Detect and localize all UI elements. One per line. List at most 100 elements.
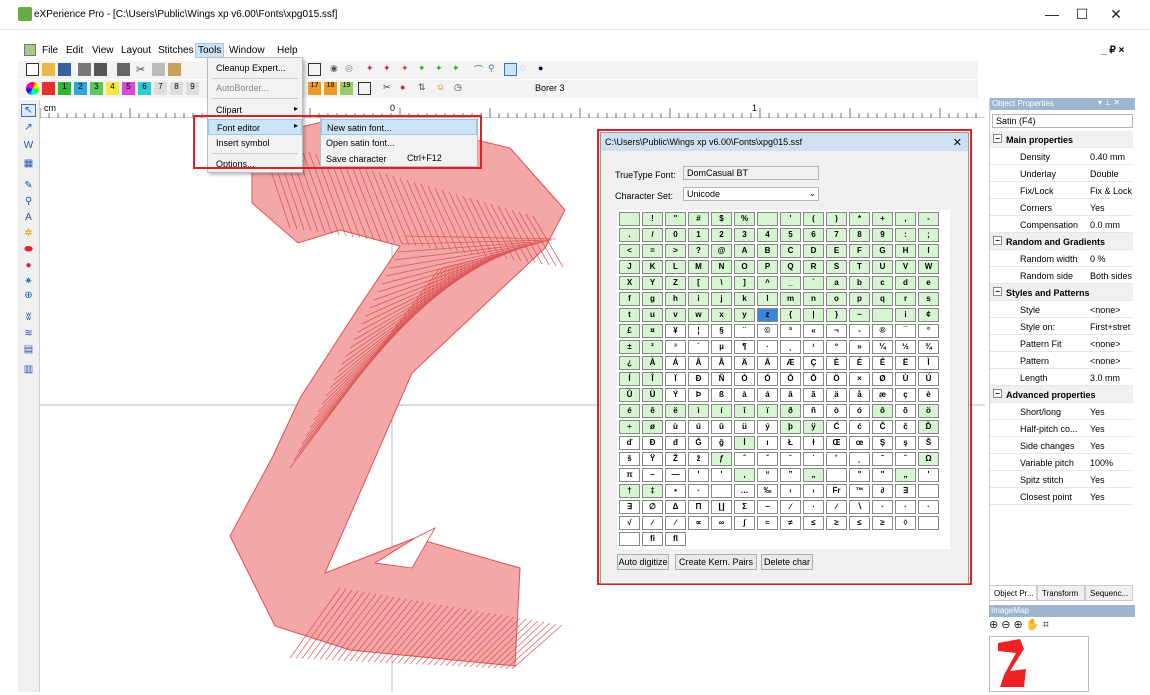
property-row[interactable]: Short/long Yes	[990, 403, 1133, 420]
property-value[interactable]: Double	[1090, 169, 1134, 179]
char-cell[interactable]: "	[872, 468, 893, 482]
char-cell[interactable]: ≤	[803, 516, 824, 530]
fill-tool-icon[interactable]: ▦	[21, 158, 36, 171]
blob-tool-icon[interactable]: ●	[21, 260, 36, 273]
char-cell[interactable]: ·	[688, 484, 709, 498]
char-cell[interactable]: ›	[803, 484, 824, 498]
char-cell[interactable]: ‰	[757, 484, 778, 498]
property-row[interactable]: Half-pitch co... Yes	[990, 420, 1133, 437]
char-cell[interactable]: ú	[688, 420, 709, 434]
char-cell[interactable]: „	[895, 468, 916, 482]
char-cell[interactable]: b	[849, 276, 870, 290]
char-cell[interactable]: t	[619, 308, 640, 322]
char-cell[interactable]: B	[757, 244, 778, 258]
char-cell[interactable]: Ł	[780, 436, 801, 450]
char-cell[interactable]: Å	[757, 356, 778, 370]
char-cell[interactable]: 9	[872, 228, 893, 242]
char-cell[interactable]: Ć	[826, 420, 847, 434]
char-cell[interactable]: "	[849, 468, 870, 482]
char-cell[interactable]: ≤	[849, 516, 870, 530]
char-cell[interactable]: ð	[780, 404, 801, 418]
menu-help[interactable]: Help	[277, 45, 298, 56]
char-cell[interactable]: `	[803, 276, 824, 290]
collapse-icon[interactable]: −	[993, 389, 1002, 398]
char-cell[interactable]: É	[849, 356, 870, 370]
char-cell[interactable]: č	[895, 420, 916, 434]
color-swatch-9[interactable]: 9	[186, 82, 199, 95]
char-cell[interactable]: Ñ	[711, 372, 732, 386]
maximize-button[interactable]: ☐	[1072, 6, 1092, 23]
char-cell[interactable]: Ð	[688, 372, 709, 386]
char-cell[interactable]: ©	[757, 324, 778, 338]
char-cell[interactable]: ü	[734, 420, 755, 434]
char-cell[interactable]: £	[619, 324, 640, 338]
char-cell[interactable]: ]	[734, 276, 755, 290]
char-cell[interactable]: o	[826, 292, 847, 306]
eye-icon[interactable]: ◉	[330, 63, 343, 76]
char-cell[interactable]: „	[803, 468, 824, 482]
select-tool-icon[interactable]	[504, 63, 517, 76]
char-cell[interactable]: ¯	[895, 324, 916, 338]
char-cell[interactable]: è	[918, 388, 939, 402]
char-cell[interactable]: ∅	[642, 500, 663, 514]
char-cell[interactable]: Ì	[918, 356, 939, 370]
char-cell[interactable]: 1	[688, 228, 709, 242]
char-cell[interactable]: Š	[918, 436, 939, 450]
char-cell[interactable]: ∂	[872, 484, 893, 498]
char-cell[interactable]: √	[619, 516, 640, 530]
cut-icon[interactable]: ✂	[136, 63, 149, 76]
char-cell[interactable]: Ú	[918, 372, 939, 386]
char-cell[interactable]: —	[665, 468, 686, 482]
tab-sequence[interactable]: Sequenc...	[1085, 585, 1133, 601]
stitch-18[interactable]: 18	[324, 82, 337, 95]
char-cell[interactable]: ∐	[711, 500, 732, 514]
char-cell[interactable]: ≠	[780, 516, 801, 530]
char-cell[interactable]: 8	[849, 228, 870, 242]
char-cell[interactable]: Đ	[642, 436, 663, 450]
property-value[interactable]: Yes	[1090, 475, 1134, 485]
char-cell[interactable]: *	[849, 212, 870, 226]
char-cell[interactable]: 4	[757, 228, 778, 242]
menu-stitches[interactable]: Stitches	[158, 45, 194, 56]
menu-tools[interactable]: Tools	[195, 43, 225, 58]
char-cell[interactable]: ¤	[642, 324, 663, 338]
property-value[interactable]: 0 %	[1090, 254, 1134, 264]
char-cell[interactable]: Õ	[803, 372, 824, 386]
char-cell[interactable]: §	[711, 324, 732, 338]
chevron-down-icon[interactable]: ⌄	[809, 189, 816, 198]
borer-label[interactable]: Borer 3	[535, 83, 565, 93]
property-value[interactable]: 3.0 mm	[1090, 373, 1134, 383]
char-cell[interactable]: é	[619, 404, 640, 418]
char-cell[interactable]: ¢	[918, 308, 939, 322]
char-cell[interactable]: =	[642, 244, 663, 258]
property-row[interactable]: Closest point Yes	[990, 488, 1133, 505]
property-section[interactable]: Main properties −	[990, 131, 1133, 148]
char-cell[interactable]: Q	[780, 260, 801, 274]
stitch-type-icon[interactable]	[358, 82, 371, 95]
char-cell[interactable]: F	[849, 244, 870, 258]
property-value[interactable]: Yes	[1090, 424, 1134, 434]
char-cell[interactable]: š	[619, 452, 640, 466]
char-cell[interactable]: Ö	[826, 372, 847, 386]
char-cell[interactable]: ÿ	[803, 420, 824, 434]
char-cell[interactable]: ¬	[826, 324, 847, 338]
node4-icon[interactable]: ✦	[418, 63, 431, 76]
char-cell[interactable]: Â	[688, 356, 709, 370]
char-cell[interactable]: ˇ	[757, 452, 778, 466]
char-cell[interactable]: û	[711, 420, 732, 434]
char-cell[interactable]: V	[895, 260, 916, 274]
char-cell[interactable]: S	[826, 260, 847, 274]
char-cell[interactable]: ˚	[826, 452, 847, 466]
char-cell[interactable]: _	[780, 276, 801, 290]
char-cell[interactable]: Þ	[688, 388, 709, 402]
char-cell[interactable]: '	[780, 212, 801, 226]
char-cell[interactable]: ł	[803, 436, 824, 450]
charset-select[interactable]: Unicode	[683, 187, 819, 201]
char-cell[interactable]: ˘	[780, 452, 801, 466]
char-cell[interactable]: ²	[642, 340, 663, 354]
char-cell[interactable]: õ	[895, 404, 916, 418]
paste-icon[interactable]	[168, 63, 181, 76]
char-cell[interactable]: Á	[665, 356, 686, 370]
mdi-controls[interactable]: _ ₽ ×	[1101, 45, 1124, 56]
char-cell[interactable]: ·	[872, 500, 893, 514]
